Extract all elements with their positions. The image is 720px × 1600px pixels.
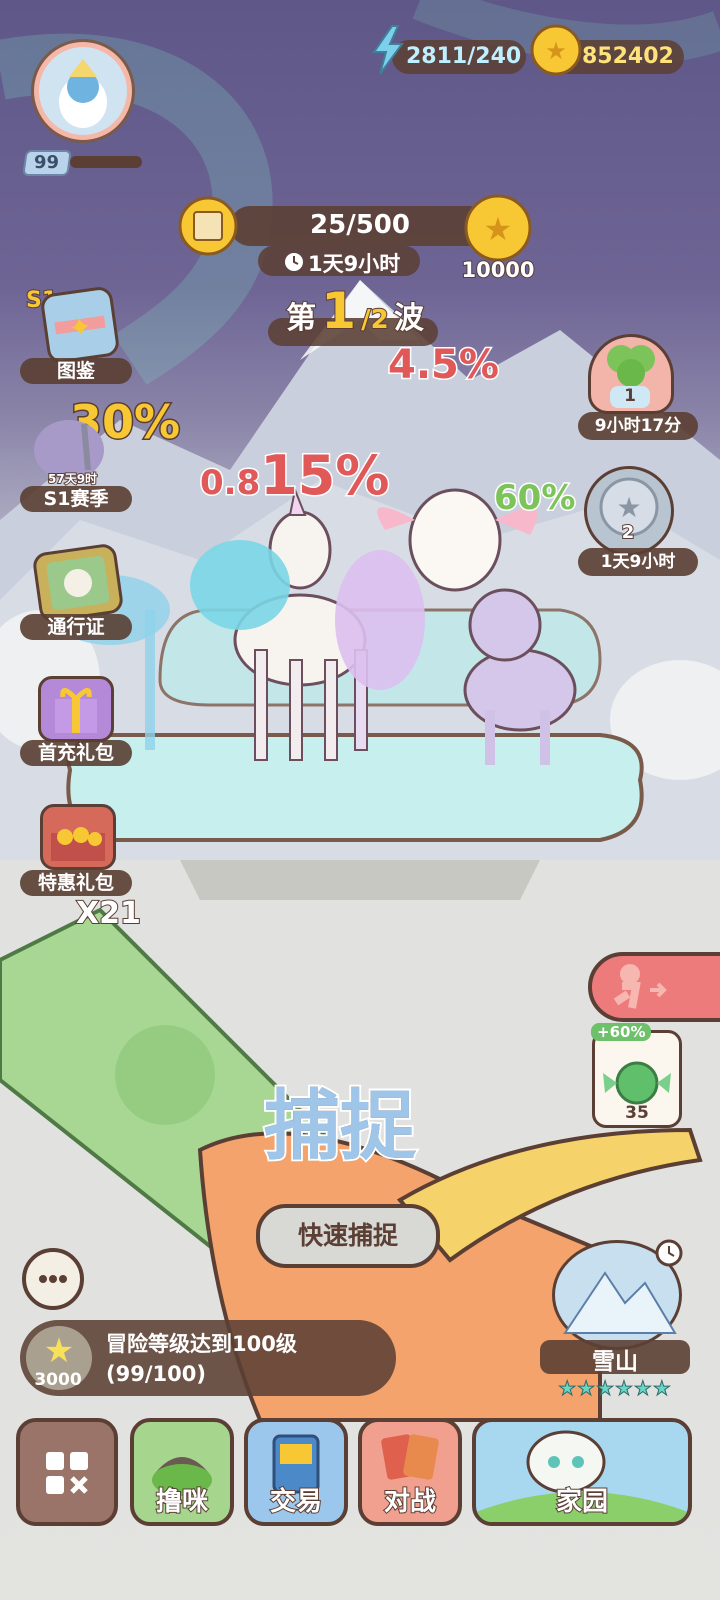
handbook-label: 图鉴 bbox=[20, 358, 132, 384]
catch-rate-unicorn: 0.815% bbox=[198, 443, 391, 509]
quick-capture-button[interactable]: 快速捕捉 bbox=[256, 1204, 440, 1268]
first-recharge-button[interactable] bbox=[38, 676, 114, 742]
mission-reward: 3000 bbox=[34, 1370, 82, 1390]
chat-icon bbox=[39, 1275, 67, 1283]
treasure-chest-icon bbox=[51, 827, 105, 861]
coin-icon: ★ bbox=[530, 24, 582, 76]
star-reward-icon: ★ bbox=[44, 1331, 74, 1371]
location-stars: ★★★★★★ bbox=[558, 1376, 672, 1401]
player-avatar-icon bbox=[59, 59, 107, 128]
clover-timer: 9小时17分 bbox=[578, 412, 698, 440]
catch-rate-top: 4.5% bbox=[387, 341, 501, 390]
nav-home-label: 家园 bbox=[555, 1486, 609, 1518]
mission-text: 冒险等级达到100级 bbox=[106, 1332, 297, 1356]
mission-progress: (99/100) bbox=[106, 1362, 206, 1386]
catch-rate-unicorn-prefix: 0.8 bbox=[198, 462, 261, 505]
bait-count: 35 bbox=[625, 1103, 649, 1123]
pass-icon bbox=[46, 555, 110, 611]
runner-icon bbox=[613, 964, 667, 1009]
lightning-icon bbox=[372, 25, 404, 75]
player-level-badge: 99 bbox=[22, 150, 72, 176]
bait-button[interactable]: +60% 35 bbox=[591, 1023, 682, 1128]
book-icon: ✦ bbox=[54, 310, 106, 346]
first-recharge-label: 首充礼包 bbox=[20, 740, 132, 766]
wave-prefix: 第 bbox=[285, 300, 317, 337]
menu-grid-button[interactable] bbox=[16, 1418, 118, 1526]
capture-title: 捕捉 bbox=[262, 1079, 418, 1172]
scroll-icon bbox=[178, 196, 238, 256]
wave-total: /2 bbox=[360, 304, 390, 336]
silver-coin-timer: 1天9小时 bbox=[578, 548, 698, 576]
reward-coin-icon: ★ bbox=[464, 194, 532, 262]
nav-battle-label: 对战 bbox=[383, 1486, 437, 1518]
timer-icon bbox=[655, 1239, 683, 1267]
wave-suffix: 波 bbox=[393, 300, 425, 337]
wave-current: 1 bbox=[320, 281, 357, 341]
quest-timer: 1天9小时 bbox=[308, 252, 401, 276]
quest-reward: 10000 bbox=[460, 257, 535, 283]
svg-text:★: ★ bbox=[616, 491, 641, 524]
avatar[interactable] bbox=[34, 42, 132, 140]
catch-rate-unicorn-main: 15% bbox=[259, 443, 391, 509]
handbook-button[interactable]: ✦ bbox=[39, 285, 121, 365]
gift-icon bbox=[55, 688, 97, 733]
wave-indicator: 第 1 /2 波 bbox=[270, 281, 440, 341]
location-name: 雪山 bbox=[592, 1349, 638, 1375]
player-level: 99 bbox=[34, 152, 60, 173]
nav-pet-button[interactable]: 撸咪 bbox=[130, 1418, 234, 1526]
season-label: S1赛季 bbox=[20, 486, 132, 512]
player-exp-bar bbox=[70, 156, 142, 168]
svg-text:★: ★ bbox=[484, 210, 513, 248]
silver-coin-count: 2 bbox=[621, 521, 636, 544]
svg-text:★: ★ bbox=[44, 1331, 74, 1370]
bait-bonus: +60% bbox=[591, 1023, 652, 1041]
season-countdown: 57天9时 bbox=[47, 471, 98, 487]
switch-player-button[interactable] bbox=[588, 952, 720, 1022]
battle-pass-button[interactable] bbox=[31, 542, 125, 624]
slime-creature bbox=[190, 540, 290, 630]
catch-rate-bird: 60% bbox=[492, 477, 576, 520]
mission-bar[interactable]: ★ 3000 冒险等级达到100级 (99/100) bbox=[20, 1320, 396, 1396]
energy-value: 2811/240 bbox=[406, 44, 522, 69]
nav-home-button[interactable]: 家园 bbox=[472, 1418, 692, 1526]
quest-progress: 25/500 bbox=[310, 210, 410, 240]
grid-menu-icon bbox=[46, 1452, 88, 1494]
battle-pass-label: 通行证 bbox=[20, 614, 132, 640]
nav-trade-label: 交易 bbox=[269, 1486, 323, 1518]
special-offer-button[interactable] bbox=[40, 804, 116, 870]
clover-count: 1 bbox=[610, 386, 650, 408]
chat-button[interactable] bbox=[22, 1248, 84, 1310]
svg-text:★: ★ bbox=[545, 37, 567, 65]
nav-pet-label: 撸咪 bbox=[155, 1486, 209, 1518]
clock-icon bbox=[285, 253, 303, 271]
special-offer-label: 特惠礼包 bbox=[20, 870, 132, 896]
coin-value: 852402 bbox=[582, 44, 674, 69]
bait-multiplier: X21 bbox=[75, 895, 142, 932]
nav-trade-button[interactable]: 交易 bbox=[244, 1418, 348, 1526]
svg-text:✦: ✦ bbox=[66, 310, 94, 346]
nav-battle-button[interactable]: 对战 bbox=[358, 1418, 462, 1526]
